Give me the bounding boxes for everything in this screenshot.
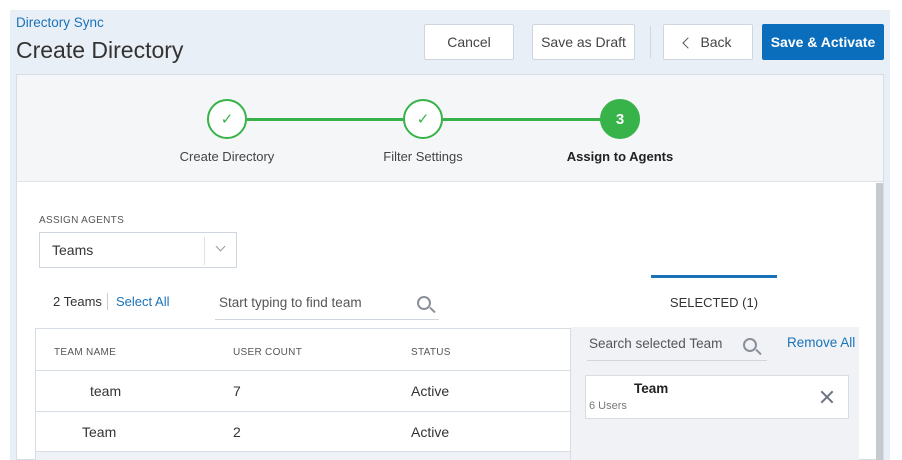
team-search-input[interactable]: Start typing to find team: [215, 288, 439, 320]
tab-selected-label: SELECTED (1): [669, 295, 759, 310]
close-icon[interactable]: [820, 390, 834, 404]
breadcrumb-directory-sync[interactable]: Directory Sync: [16, 15, 104, 30]
stepper: ✓ ✓ 3 Create Directory Filter Settings A…: [17, 75, 883, 182]
step-1-check-icon: ✓: [207, 99, 247, 139]
step-connector-1: [247, 118, 405, 121]
search-icon[interactable]: [743, 338, 763, 358]
step-1-label: Create Directory: [179, 149, 275, 164]
select-divider: [204, 237, 205, 265]
selected-team-card: Team 6 Users: [585, 375, 849, 419]
user-count-cell: 2: [233, 424, 241, 440]
count-divider: [107, 293, 108, 310]
assign-agents-select[interactable]: Teams: [39, 232, 237, 268]
selected-search-input[interactable]: Search selected Team: [587, 331, 767, 361]
step-connector-2: [443, 118, 601, 121]
chevron-left-icon: [682, 36, 695, 49]
team-name-cell: Team: [82, 424, 117, 440]
team-search-placeholder: Start typing to find team: [219, 295, 362, 310]
column-header-status[interactable]: STATUS: [411, 347, 451, 358]
table-row-partial: [36, 451, 570, 460]
back-button-label: Back: [700, 34, 732, 50]
selected-team-name: Team: [634, 381, 669, 396]
step-3-number: 3: [600, 99, 640, 139]
status-cell: Active: [411, 424, 450, 440]
save-as-draft-button[interactable]: Save as Draft: [532, 24, 635, 60]
user-count-cell: 7: [233, 383, 241, 399]
select-all-link[interactable]: Select All: [116, 294, 169, 309]
search-icon[interactable]: [417, 296, 437, 316]
selected-search-placeholder: Search selected Team: [589, 336, 723, 351]
step-2-label: Filter Settings: [383, 149, 463, 164]
page-title: Create Directory: [16, 37, 184, 63]
save-and-activate-label: Save & Activate: [770, 34, 876, 50]
assign-agents-value: Teams: [52, 242, 94, 258]
toolbar-divider: [650, 26, 651, 58]
tab-selected[interactable]: SELECTED (1): [651, 275, 777, 327]
column-header-team-name[interactable]: TEAM NAME: [54, 347, 116, 358]
back-button[interactable]: Back: [663, 24, 753, 60]
team-name-cell: team: [90, 383, 122, 399]
table-row[interactable]: team 7 Active: [36, 370, 570, 411]
cancel-button-label: Cancel: [447, 34, 491, 50]
remove-all-link[interactable]: Remove All: [787, 335, 855, 350]
column-header-user-count[interactable]: USER COUNT: [233, 347, 302, 358]
selected-team-users: 6 Users: [589, 400, 627, 412]
status-cell: Active: [411, 383, 450, 399]
step-2-check-icon: ✓: [403, 99, 443, 139]
cancel-button[interactable]: Cancel: [424, 24, 514, 60]
wizard-panel: ✓ ✓ 3 Create Directory Filter Settings A…: [16, 74, 884, 460]
table-row[interactable]: Team 2 Active: [36, 411, 570, 452]
vertical-scrollbar[interactable]: [876, 183, 883, 460]
chevron-down-icon: [215, 241, 226, 252]
save-as-draft-label: Save as Draft: [541, 34, 626, 50]
teams-table: TEAM NAME USER COUNT STATUS team 7 Activ…: [35, 328, 571, 460]
teams-count: 2 Teams: [53, 294, 102, 309]
step-3-label: Assign to Agents: [566, 149, 674, 164]
selected-panel: Search selected Team Remove All Team 6 U…: [571, 327, 859, 460]
save-and-activate-button[interactable]: Save & Activate: [762, 24, 884, 60]
assign-agents-label: ASSIGN AGENTS: [39, 215, 125, 226]
